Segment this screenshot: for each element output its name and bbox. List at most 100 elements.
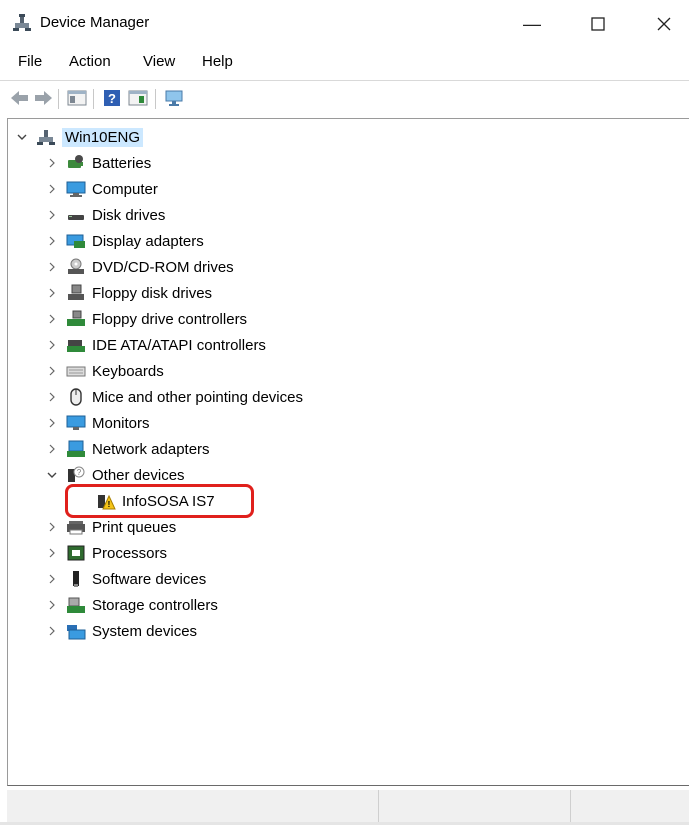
- tree-item-label: Floppy disk drives: [92, 284, 213, 302]
- tree-item-label: Monitors: [92, 414, 150, 432]
- processor-icon: [67, 545, 85, 561]
- disk-drive-icon: [68, 215, 84, 220]
- tree-category-row[interactable]: Processors: [46, 542, 167, 564]
- close-icon: [657, 17, 671, 31]
- window-bottom-edge: [0, 822, 689, 825]
- tree-category-row[interactable]: Print queues: [46, 516, 176, 538]
- chevron-right-icon[interactable]: [46, 235, 58, 247]
- forward-icon[interactable]: [33, 89, 53, 107]
- printer-icon: [67, 521, 85, 535]
- tree-item-label: IDE ATA/ATAPI controllers: [92, 336, 266, 354]
- back-icon[interactable]: [10, 89, 30, 107]
- chevron-right-icon[interactable]: [46, 209, 58, 221]
- tree-category-row[interactable]: Mice and other pointing devices: [46, 386, 303, 408]
- chevron-right-icon[interactable]: [46, 599, 58, 611]
- help-icon[interactable]: ?: [102, 89, 122, 107]
- tree-category-row[interactable]: ? Other devices: [46, 464, 185, 486]
- tree-category-row[interactable]: Batteries: [46, 152, 151, 174]
- chevron-right-icon[interactable]: [46, 183, 58, 195]
- computer-root-icon: [37, 130, 55, 145]
- display-adapter-icon: [66, 234, 85, 248]
- tree-category-row[interactable]: System devices: [46, 620, 197, 642]
- tree-root-label: Win10ENG: [62, 127, 144, 147]
- maximize-icon: [591, 17, 605, 31]
- scan-hardware-icon[interactable]: [164, 89, 184, 107]
- tree-item-label: Other devices: [92, 466, 185, 484]
- floppy-drive-icon: [68, 284, 84, 300]
- svg-text:?: ?: [77, 468, 82, 477]
- computer-icon: [66, 181, 86, 197]
- tree-item-label: Network adapters: [92, 440, 210, 458]
- status-segment: [570, 790, 571, 824]
- toolbar-separator: [155, 89, 156, 109]
- chevron-right-icon[interactable]: [46, 339, 58, 351]
- chevron-down-icon[interactable]: [46, 469, 58, 481]
- chevron-right-icon[interactable]: [46, 261, 58, 273]
- show-hide-console-tree-icon[interactable]: [67, 89, 87, 107]
- storage-controller-icon: [67, 597, 85, 613]
- tree-item-label: Floppy drive controllers: [92, 310, 248, 328]
- chevron-right-icon[interactable]: [46, 365, 58, 377]
- system-device-icon: [67, 625, 86, 640]
- tree-category-row[interactable]: Keyboards: [46, 360, 164, 382]
- tree-category-row[interactable]: Storage controllers: [46, 594, 218, 616]
- minimize-button[interactable]: —: [512, 10, 552, 38]
- tree-item-label: Batteries: [92, 154, 152, 172]
- unknown-device-icon: ?: [68, 466, 85, 482]
- menu-help[interactable]: Help: [202, 53, 233, 70]
- device-manager-icon: [13, 14, 31, 31]
- tree-item-label: Display adapters: [92, 232, 204, 250]
- menu-bar: File Action View Help: [0, 46, 689, 76]
- menu-action[interactable]: Action: [69, 53, 111, 70]
- tree-item-label: System devices: [92, 622, 198, 640]
- maximize-button[interactable]: [578, 10, 618, 38]
- tree-item-label: Computer: [92, 180, 158, 198]
- tree-category-row[interactable]: Display adapters: [46, 230, 204, 252]
- tree-category-row[interactable]: Floppy drive controllers: [46, 308, 247, 330]
- tree-category-row[interactable]: Floppy disk drives: [46, 282, 212, 304]
- toolbar: ?: [0, 80, 689, 115]
- tree-category-row[interactable]: Software devices: [46, 568, 206, 590]
- menu-view[interactable]: View: [143, 53, 175, 70]
- menu-file[interactable]: File: [18, 53, 42, 70]
- monitor-icon: [66, 415, 86, 430]
- tree-item-label: Keyboards: [92, 362, 164, 380]
- tree-category-row[interactable]: Monitors: [46, 412, 150, 434]
- chevron-down-icon[interactable]: [16, 131, 28, 143]
- dvd-drive-icon: [68, 258, 84, 274]
- tree-item-label: Disk drives: [92, 206, 166, 224]
- minimize-icon: —: [523, 13, 541, 34]
- chevron-right-icon[interactable]: [46, 573, 58, 585]
- title-bar: Device Manager —: [0, 0, 689, 46]
- close-button[interactable]: [644, 10, 684, 38]
- tree-category-row[interactable]: Computer: [46, 178, 158, 200]
- chevron-right-icon[interactable]: [46, 625, 58, 637]
- highlight-annotation: [65, 484, 254, 518]
- status-bar: [7, 790, 689, 824]
- svg-text:?: ?: [108, 91, 116, 106]
- tree-category-row[interactable]: IDE ATA/ATAPI controllers: [46, 334, 266, 356]
- chevron-right-icon[interactable]: [46, 417, 58, 429]
- chevron-right-icon[interactable]: [46, 157, 58, 169]
- chevron-right-icon[interactable]: [46, 287, 58, 299]
- tree-item-label: Mice and other pointing devices: [92, 388, 303, 406]
- tree-category-row[interactable]: DVD/CD-ROM drives: [46, 256, 234, 278]
- tree-item-label: Processors: [92, 544, 168, 562]
- network-adapter-icon: [67, 440, 85, 457]
- keyboard-icon: [66, 366, 86, 377]
- toolbar-separator: [93, 89, 94, 109]
- window-title: Device Manager: [40, 14, 150, 31]
- tree-item-label: Storage controllers: [92, 596, 218, 614]
- floppy-controller-icon: [67, 310, 85, 326]
- tree-category-row[interactable]: Network adapters: [46, 438, 210, 460]
- chevron-right-icon[interactable]: [46, 443, 58, 455]
- tree-category-row[interactable]: Disk drives: [46, 204, 165, 226]
- tree-root-row[interactable]: Win10ENG: [16, 126, 144, 148]
- chevron-right-icon[interactable]: [46, 521, 58, 533]
- chevron-right-icon[interactable]: [46, 547, 58, 559]
- status-segment: [378, 790, 379, 824]
- properties-pane-icon[interactable]: [128, 89, 148, 107]
- chevron-right-icon[interactable]: [46, 391, 58, 403]
- chevron-right-icon[interactable]: [46, 313, 58, 325]
- tree-item-label: Software devices: [92, 570, 207, 588]
